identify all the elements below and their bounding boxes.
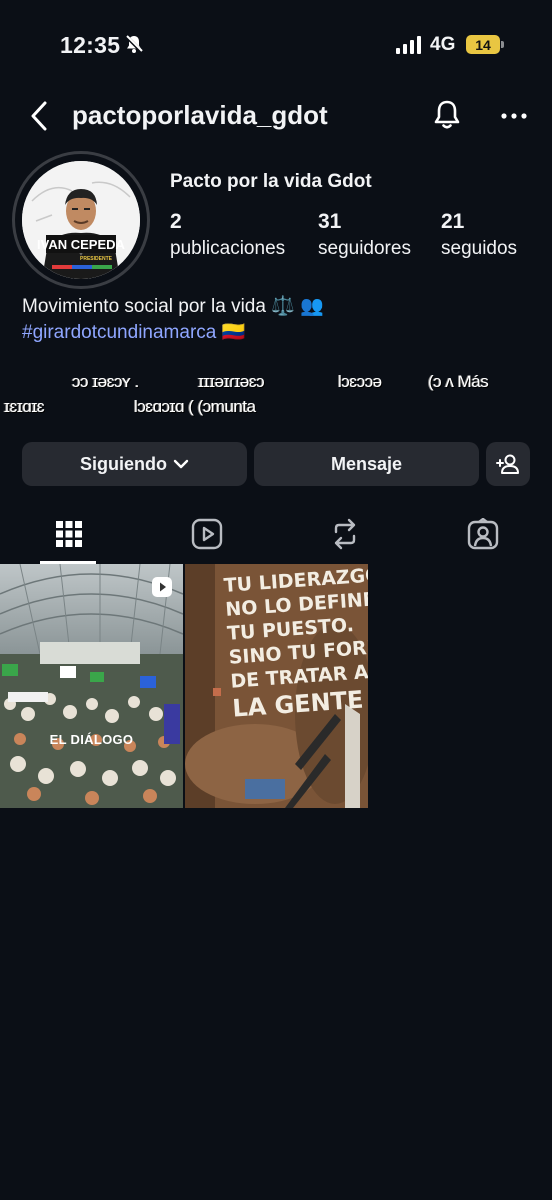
- bio-text: Movimiento social por la vida ⚖️ 👥: [22, 296, 324, 317]
- tab-reposts[interactable]: [276, 504, 414, 564]
- mutuals-fragment: lɔɛɔɔə: [338, 372, 382, 391]
- status-bar: 12:35 4G 14: [0, 0, 552, 90]
- avatar[interactable]: IVAN CEPEDA PRESIDENTE: [22, 161, 140, 279]
- profile-tabs: [0, 504, 552, 564]
- add-user-icon: [496, 454, 519, 474]
- status-time: 12:35: [60, 32, 121, 58]
- tab-posts-grid[interactable]: [0, 504, 138, 564]
- stat-posts-count: 2: [170, 210, 182, 233]
- notifications-button[interactable]: [430, 98, 464, 132]
- mutuals-fragment: ɪɛɪɑɪɛ: [4, 397, 45, 416]
- tab-reels[interactable]: [138, 504, 276, 564]
- mural-text: TU LIDERAZGO NO LO DEFINE TU PUESTO. SIN…: [223, 564, 368, 723]
- more-options-button[interactable]: [498, 100, 530, 132]
- stat-following-count: 21: [441, 210, 465, 233]
- stat-following[interactable]: 21 seguidos: [441, 210, 517, 260]
- message-button-label: Mensaje: [330, 453, 403, 474]
- post-caption: EL DIÁLOGO: [49, 732, 134, 747]
- profile-bio: Movimiento social por la vida ⚖️ 👥 #gira…: [22, 294, 324, 346]
- tab-tagged[interactable]: [414, 504, 552, 564]
- mutuals-fragment: ɔɔ ɪəɛɔʏ .: [72, 372, 139, 391]
- bio-hashtag[interactable]: #girardotcundinamarca: [22, 322, 216, 343]
- post-thumbnail[interactable]: TU LIDERAZGO NO LO DEFINE TU PUESTO. SIN…: [185, 564, 368, 808]
- battery-icon: 14: [466, 35, 500, 54]
- mutuals-fragment: lɔɛɑɔɪɑ ( (ɔmunta: [134, 397, 256, 416]
- stat-followers[interactable]: 31 seguidores: [318, 210, 411, 260]
- more-dots-icon: [501, 113, 527, 119]
- avatar-label: IVAN CEPEDA: [37, 237, 125, 252]
- avatar-image: IVAN CEPEDA PRESIDENTE: [22, 161, 140, 279]
- message-button[interactable]: Mensaje: [254, 442, 479, 486]
- network-type: 4G: [430, 34, 456, 55]
- chevron-left-icon: [31, 101, 47, 131]
- back-button[interactable]: [24, 100, 54, 132]
- profile-username: pactoporlavida_gdot: [72, 100, 328, 130]
- mutuals-fragment: (ɔ ʌ Más: [428, 372, 489, 391]
- grid-icon: [56, 521, 82, 547]
- tagged-icon: [467, 518, 499, 550]
- bell-icon: [434, 100, 460, 129]
- bio-hashtag-line: #girardotcundinamarca 🇨🇴: [22, 320, 324, 346]
- reel-indicator-icon: [151, 576, 173, 603]
- avatar-sublabel: PRESIDENTE: [80, 256, 113, 262]
- signal-icon: [396, 36, 421, 54]
- stat-following-label: seguidos: [441, 238, 518, 259]
- reposts-icon: [334, 518, 356, 550]
- following-button[interactable]: Siguiendo: [22, 442, 247, 486]
- stat-posts-label: publicaciones: [170, 238, 286, 259]
- display-name: Pacto por la vida Gdot: [170, 171, 372, 192]
- battery-tip: [501, 41, 504, 48]
- stat-posts[interactable]: 2 publicaciones: [170, 210, 285, 260]
- profile-header: pactoporlavida_gdot: [0, 92, 552, 140]
- colombia-flag-emoji: 🇨🇴: [221, 322, 246, 343]
- post-thumbnail[interactable]: EL DIÁLOGO: [0, 564, 183, 808]
- add-user-button[interactable]: [486, 442, 530, 486]
- bell-off-icon: [124, 34, 144, 59]
- stat-followers-label: seguidores: [318, 238, 411, 259]
- chevron-down-icon: [173, 459, 189, 469]
- mutual-followers[interactable]: ɔɔ ɪəɛɔʏ . ɪɪɪəɪɾɪəɛɔ lɔɛɔɔə (ɔ ʌ Más ɪɛ…: [0, 366, 552, 426]
- reels-icon: [191, 518, 223, 550]
- mutuals-fragment: ɪɪɪəɪɾɪəɛɔ: [198, 372, 265, 391]
- following-button-label: Siguiendo: [80, 453, 167, 474]
- stat-followers-count: 31: [318, 210, 342, 233]
